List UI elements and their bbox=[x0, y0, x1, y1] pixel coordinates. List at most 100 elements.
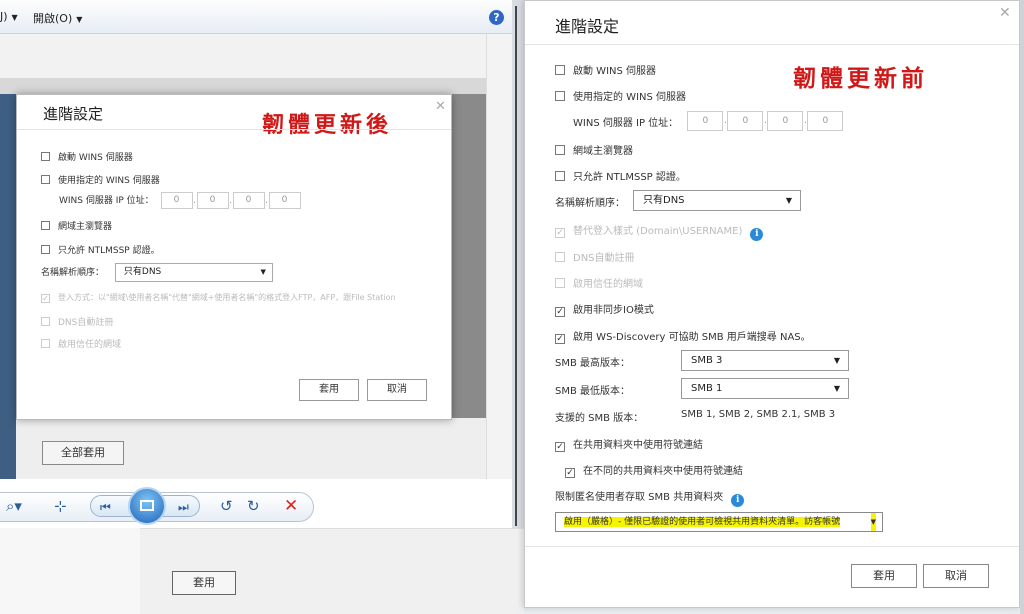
login-style-option: ✓ 登入方式：以"網域\使用者名稱"代替"網域+使用者名稱"的格式登入FTP，AF… bbox=[41, 293, 396, 303]
apply-button[interactable]: 套用 bbox=[299, 379, 359, 401]
help-icon[interactable]: ? bbox=[489, 10, 504, 25]
close-icon[interactable]: ✕ bbox=[999, 5, 1011, 21]
ip-octet-2[interactable]: 0 bbox=[727, 111, 764, 131]
checkbox[interactable] bbox=[41, 245, 50, 254]
checkbox-checked[interactable]: ✓ bbox=[555, 307, 565, 317]
ip-octet-1[interactable]: 0 bbox=[687, 111, 724, 131]
menu-item-open[interactable]: 開啟(O) ▼ bbox=[33, 10, 82, 26]
wins-ip-label: WINS 伺服器 IP 位址： bbox=[59, 196, 154, 206]
use-wins-option[interactable]: 使用指定的 WINS 伺服器 bbox=[555, 88, 686, 103]
smb-supported-label: 支援的 SMB 版本： bbox=[555, 413, 644, 424]
cancel-button[interactable]: 取消 bbox=[923, 564, 989, 588]
smb-min-label: SMB 最低版本： bbox=[555, 386, 631, 397]
dns-register-option: DNS自動註冊 bbox=[555, 249, 635, 264]
checkbox-checked[interactable]: ✓ bbox=[555, 334, 565, 344]
info-icon[interactable]: i bbox=[750, 228, 764, 241]
domain-master-option[interactable]: 網域主瀏覽器 bbox=[41, 219, 112, 232]
ip-octet-4[interactable]: 0 bbox=[268, 192, 301, 209]
chevron-down-icon: ▼ bbox=[785, 196, 792, 205]
viewer-toolbar: ⌕▾ ⊹ ⏮ ⏭ ↺ ↻ ✕ bbox=[0, 479, 512, 528]
checkbox[interactable] bbox=[41, 152, 50, 161]
next-icon[interactable]: ⏭ bbox=[178, 500, 189, 515]
dns-register-option: DNS自動註冊 bbox=[41, 315, 113, 328]
menu-item-partial[interactable]: J) ▼ bbox=[0, 10, 18, 23]
enable-wins-option[interactable]: 啟動 WINS 伺服器 bbox=[555, 62, 656, 77]
after-update-annotation: 韌體更新後 bbox=[262, 112, 393, 138]
image-viewer-window: J) ▼ 開啟(O) ▼ ? 全部套用 進階設定 韌體更新後 ✕ 啟動 WINS 伺… bbox=[0, 0, 512, 528]
checkbox-checked: ✓ bbox=[555, 228, 565, 238]
viewer-image-canvas: 全部套用 進階設定 韌體更新後 ✕ 啟動 WINS 伺服器 使用指定的 WINS… bbox=[0, 34, 486, 479]
cancel-button[interactable]: 取消 bbox=[367, 379, 427, 401]
before-update-dialog: 進階設定 ✕ 韌體更新前 啟動 WINS 伺服器 使用指定的 WINS 伺服器 … bbox=[524, 0, 1020, 608]
checkbox[interactable] bbox=[555, 65, 565, 75]
enable-wins-option[interactable]: 啟動 WINS 伺服器 bbox=[41, 150, 133, 163]
zoom-icon[interactable]: ⌕▾ bbox=[6, 497, 22, 515]
name-order-select[interactable]: 只有DNS ▼ bbox=[114, 263, 273, 282]
chevron-down-icon: ▼ bbox=[833, 384, 840, 393]
screenshot-bg-header bbox=[0, 34, 486, 78]
use-wins-option[interactable]: 使用指定的 WINS 伺服器 bbox=[41, 173, 160, 186]
ip-octet-3[interactable]: 0 bbox=[767, 111, 804, 131]
divider bbox=[17, 129, 451, 130]
smb-max-label: SMB 最高版本： bbox=[555, 358, 631, 369]
apply-button[interactable]: 套用 bbox=[851, 564, 917, 588]
ip-octet-3[interactable]: 0 bbox=[232, 192, 265, 209]
smb-supported-value: SMB 1, SMB 2, SMB 2.1, SMB 3 bbox=[681, 409, 836, 420]
after-update-dialog: 進階設定 韌體更新後 ✕ 啟動 WINS 伺服器 使用指定的 WINS 伺服器 … bbox=[16, 94, 452, 420]
checkbox bbox=[555, 278, 565, 288]
checkbox[interactable] bbox=[555, 145, 565, 155]
ip-octet-2[interactable]: 0 bbox=[196, 192, 229, 209]
wins-ip-row: WINS 伺服器 IP 位址： 0.0.0.0 bbox=[59, 192, 301, 209]
bg-apply-button: 套用 bbox=[172, 571, 236, 595]
smb-max-select[interactable]: SMB 3 ▼ bbox=[681, 350, 849, 371]
trusted-domain-option: 啟用信任的網域 bbox=[41, 337, 121, 350]
ntlmssp-option[interactable]: 只允許 NTLMSSP 認證。 bbox=[41, 243, 160, 256]
checkbox bbox=[555, 252, 565, 262]
name-order-select[interactable]: 只有DNS ▼ bbox=[633, 190, 801, 211]
bg-apply-all-button: 全部套用 bbox=[42, 441, 124, 465]
chevron-down-icon: ▼ bbox=[260, 268, 266, 276]
checkbox-checked: ✓ bbox=[41, 294, 50, 303]
checkbox[interactable] bbox=[555, 91, 565, 101]
checkbox-checked[interactable]: ✓ bbox=[555, 442, 565, 452]
symlink-cross-option[interactable]: ✓ 在不同的共用資料夾中使用符號連結 bbox=[565, 462, 743, 478]
window-gap bbox=[512, 0, 524, 528]
rotate-ccw-icon[interactable]: ↺ bbox=[220, 497, 233, 515]
rotate-cw-icon[interactable]: ↻ bbox=[247, 497, 260, 515]
viewer-scrollbar[interactable] bbox=[486, 34, 512, 479]
name-order-row: 名稱解析順序： 只有DNS ▼ bbox=[41, 263, 273, 282]
domain-master-option[interactable]: 網域主瀏覽器 bbox=[555, 142, 633, 157]
anon-access-label: 限制匿名使用者存取 SMB 共用資料夾 i bbox=[555, 488, 745, 507]
fit-icon[interactable]: ⊹ bbox=[54, 497, 67, 515]
anon-access-select[interactable]: 啟用（嚴格）- 僅限已驗證的使用者可檢視共用資料夾清單。訪客帳號 ▼ bbox=[555, 512, 883, 532]
slideshow-icon[interactable] bbox=[128, 487, 166, 525]
name-order-label: 名稱解析順序： bbox=[555, 198, 625, 209]
ntlmssp-option[interactable]: 只允許 NTLMSSP 認證。 bbox=[555, 168, 686, 183]
async-io-option[interactable]: ✓ 啟用非同步IO模式 bbox=[555, 301, 654, 317]
background-edge bbox=[1020, 0, 1024, 614]
trusted-domain-option: 啟用信任的網域 bbox=[555, 275, 643, 290]
prev-icon[interactable]: ⏮ bbox=[100, 500, 111, 515]
checkbox bbox=[41, 317, 50, 326]
ws-discovery-option[interactable]: ✓ 啟用 WS-Discovery 可協助 SMB 用戶端搜尋 NAS。 bbox=[555, 328, 811, 344]
ip-octet-1[interactable]: 0 bbox=[160, 192, 193, 209]
close-icon[interactable]: ✕ bbox=[435, 99, 446, 114]
divider bbox=[525, 44, 1019, 45]
screenshot-bg-subheader bbox=[0, 78, 486, 94]
ip-octet-4[interactable]: 0 bbox=[807, 111, 844, 131]
symlink-shared-option[interactable]: ✓ 在共用資料夾中使用符號連結 bbox=[555, 436, 703, 452]
alt-login-option: ✓ 替代登入樣式 (Domain\USERNAME) i bbox=[555, 222, 764, 241]
checkbox[interactable] bbox=[41, 175, 50, 184]
checkbox[interactable] bbox=[41, 221, 50, 230]
checkbox[interactable] bbox=[555, 171, 565, 181]
smb-min-select[interactable]: SMB 1 ▼ bbox=[681, 378, 849, 399]
divider bbox=[525, 546, 1019, 547]
dialog-title: 進階設定 bbox=[555, 17, 620, 36]
background-area bbox=[0, 528, 140, 614]
delete-icon[interactable]: ✕ bbox=[284, 496, 298, 516]
checkbox bbox=[41, 339, 50, 348]
checkbox-checked[interactable]: ✓ bbox=[565, 468, 575, 478]
info-icon[interactable]: i bbox=[731, 494, 745, 507]
window-border bbox=[515, 6, 517, 526]
name-order-label: 名稱解析順序： bbox=[41, 268, 105, 278]
